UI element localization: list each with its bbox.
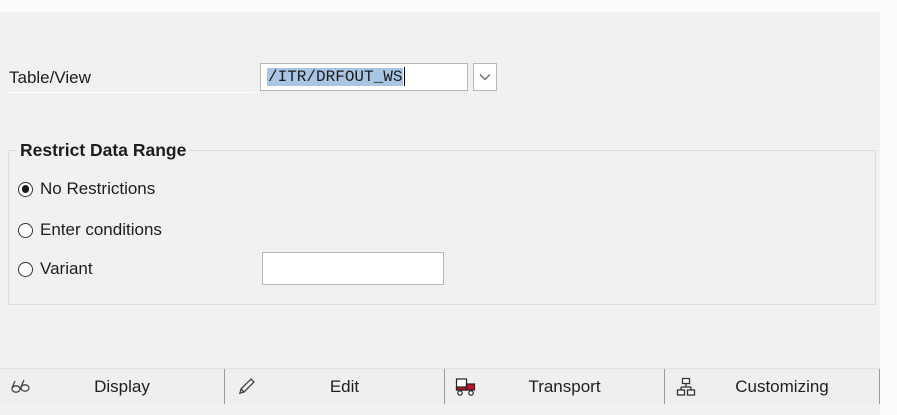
edit-button[interactable]: Edit <box>225 369 445 404</box>
right-strip <box>880 0 897 415</box>
radio-label: Variant <box>40 259 93 278</box>
variant-input[interactable] <box>262 252 444 285</box>
top-strip <box>0 0 897 12</box>
table-view-dropdown-button[interactable] <box>473 63 497 91</box>
application-toolbar: Display Edit Transport Customizing <box>0 368 880 405</box>
radio-variant[interactable]: Variant <box>18 257 93 281</box>
radio-button-selected[interactable] <box>18 181 33 197</box>
display-button[interactable]: Display <box>0 369 225 404</box>
transport-button[interactable]: Transport <box>445 369 665 404</box>
table-view-value: /ITR/DRFOUT_WS <box>267 68 404 86</box>
customizing-button[interactable]: Customizing <box>665 369 880 404</box>
customizing-label: Customizing <box>735 377 829 396</box>
text-cursor <box>404 67 406 87</box>
radio-label: No Restrictions <box>40 179 156 198</box>
chevron-down-icon <box>479 74 491 81</box>
table-view-label: Table/View <box>9 64 254 93</box>
transport-label: Transport <box>528 377 601 396</box>
radio-button[interactable] <box>18 261 33 277</box>
radio-button[interactable] <box>18 222 33 238</box>
radio-enter-conditions[interactable]: Enter conditions <box>18 218 162 242</box>
restrict-data-range-title: Restrict Data Range <box>16 138 191 162</box>
radio-no-restrictions[interactable]: No Restrictions <box>18 177 155 201</box>
display-label: Display <box>94 377 150 396</box>
radio-label: Enter conditions <box>40 220 162 239</box>
table-view-input[interactable]: /ITR/DRFOUT_WS <box>260 63 468 91</box>
edit-label: Edit <box>329 377 360 396</box>
